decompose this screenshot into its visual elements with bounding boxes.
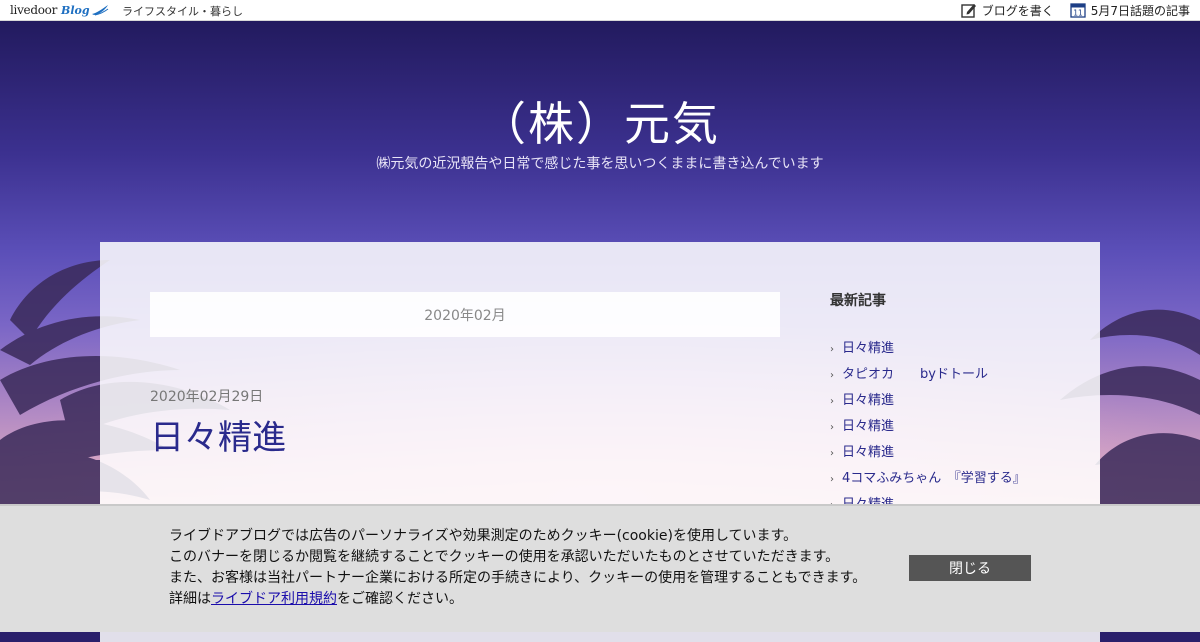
write-blog-button[interactable]: ブログを書く (961, 2, 1054, 19)
recent-article-link[interactable]: 日々精進 (842, 393, 894, 408)
trending-articles-label: 5月7日話題の記事 (1090, 3, 1190, 18)
chevron-right-icon: › (830, 344, 834, 355)
pencil-icon (961, 4, 976, 18)
write-blog-label: ブログを書く (981, 3, 1054, 18)
recent-article-link[interactable]: 日々精進 (842, 419, 894, 434)
cookie-line-4-prefix: 詳細は (169, 591, 211, 607)
livedoor-blog-logo[interactable]: livedoor Blog (10, 2, 109, 18)
logo-sub-text: Blog (61, 3, 90, 17)
recent-articles-list: › 日々精進 › タピオカ byドトール › 日々精進 › 日々精進 › 日々精進 › 4コ… (830, 340, 1070, 522)
blog-title[interactable]: （株）元気 (0, 88, 1200, 154)
calendar-day: 11 (1073, 9, 1083, 18)
blog-description: ㈱元気の近況報告や日常で感じた事を思いつくままに書き込んでいます (376, 156, 824, 172)
chevron-right-icon: › (830, 396, 834, 407)
terms-of-use-link[interactable]: ライブドア利用規約 (211, 591, 337, 607)
cookie-message: ライブドアブログでは広告のパーソナライズや効果測定のためクッキー(cookie)… (169, 526, 866, 610)
list-item: › 日々精進 (830, 418, 1070, 444)
calendar-icon: 11 (1070, 3, 1086, 18)
list-item: › 日々精進 (830, 340, 1070, 366)
cookie-line-2: このバナーを閉じるか閲覧を継続することでクッキーの使用を承認いただいたものとさせ… (169, 549, 840, 565)
cookie-consent-banner: ライブドアブログでは広告のパーソナライズや効果測定のためクッキー(cookie)… (0, 504, 1200, 632)
cookie-line-4: 詳細はライブドア利用規約をご確認ください。 (169, 589, 866, 610)
list-item: › タピオカ byドトール (830, 366, 1070, 392)
archive-label: 2020年02月 (424, 307, 506, 324)
cookie-line-4-suffix: をご確認ください。 (337, 591, 463, 607)
recent-article-link[interactable]: タピオカ byドトール (842, 367, 988, 382)
chevron-right-icon: › (830, 474, 834, 485)
category-link[interactable]: ライフスタイル・暮らし (122, 3, 243, 19)
recent-articles-heading: 最新記事 (830, 293, 886, 309)
post-date: 2020年02月29日 (150, 389, 264, 405)
cookie-line-1: ライブドアブログでは広告のパーソナライズや効果測定のためクッキー(cookie)… (169, 528, 798, 544)
logo-text: livedoor (10, 3, 58, 17)
trending-articles-button[interactable]: 11 5月7日話題の記事 (1070, 2, 1190, 19)
top-bar: livedoor Blog ライフスタイル・暮らし ブログを書く 11 5月7日… (0, 0, 1200, 21)
chevron-right-icon: › (830, 370, 834, 381)
recent-article-link[interactable]: 日々精進 (842, 341, 894, 356)
post-title-link[interactable]: 日々精進 (150, 410, 286, 459)
archive-heading: 2020年02月 (150, 292, 780, 337)
sidebar: 最新記事 › 日々精進 › タピオカ byドトール › 日々精進 › 日々精進 › 日々精… (830, 290, 1070, 522)
close-banner-button[interactable]: 閉じる (909, 555, 1031, 581)
bird-icon (91, 5, 108, 16)
chevron-right-icon: › (830, 448, 834, 459)
recent-article-link[interactable]: 日々精進 (842, 445, 894, 460)
recent-article-link[interactable]: 4コマふみちゃん 『学習する』 (842, 471, 1026, 486)
chevron-right-icon: › (830, 422, 834, 433)
list-item: › 日々精進 (830, 392, 1070, 418)
cookie-line-3: また、お客様は当社パートナー企業における所定の手続きにより、クッキーの使用を管理… (169, 570, 867, 586)
list-item: › 日々精進 (830, 444, 1070, 470)
list-item: › 4コマふみちゃん 『学習する』 (830, 470, 1070, 496)
